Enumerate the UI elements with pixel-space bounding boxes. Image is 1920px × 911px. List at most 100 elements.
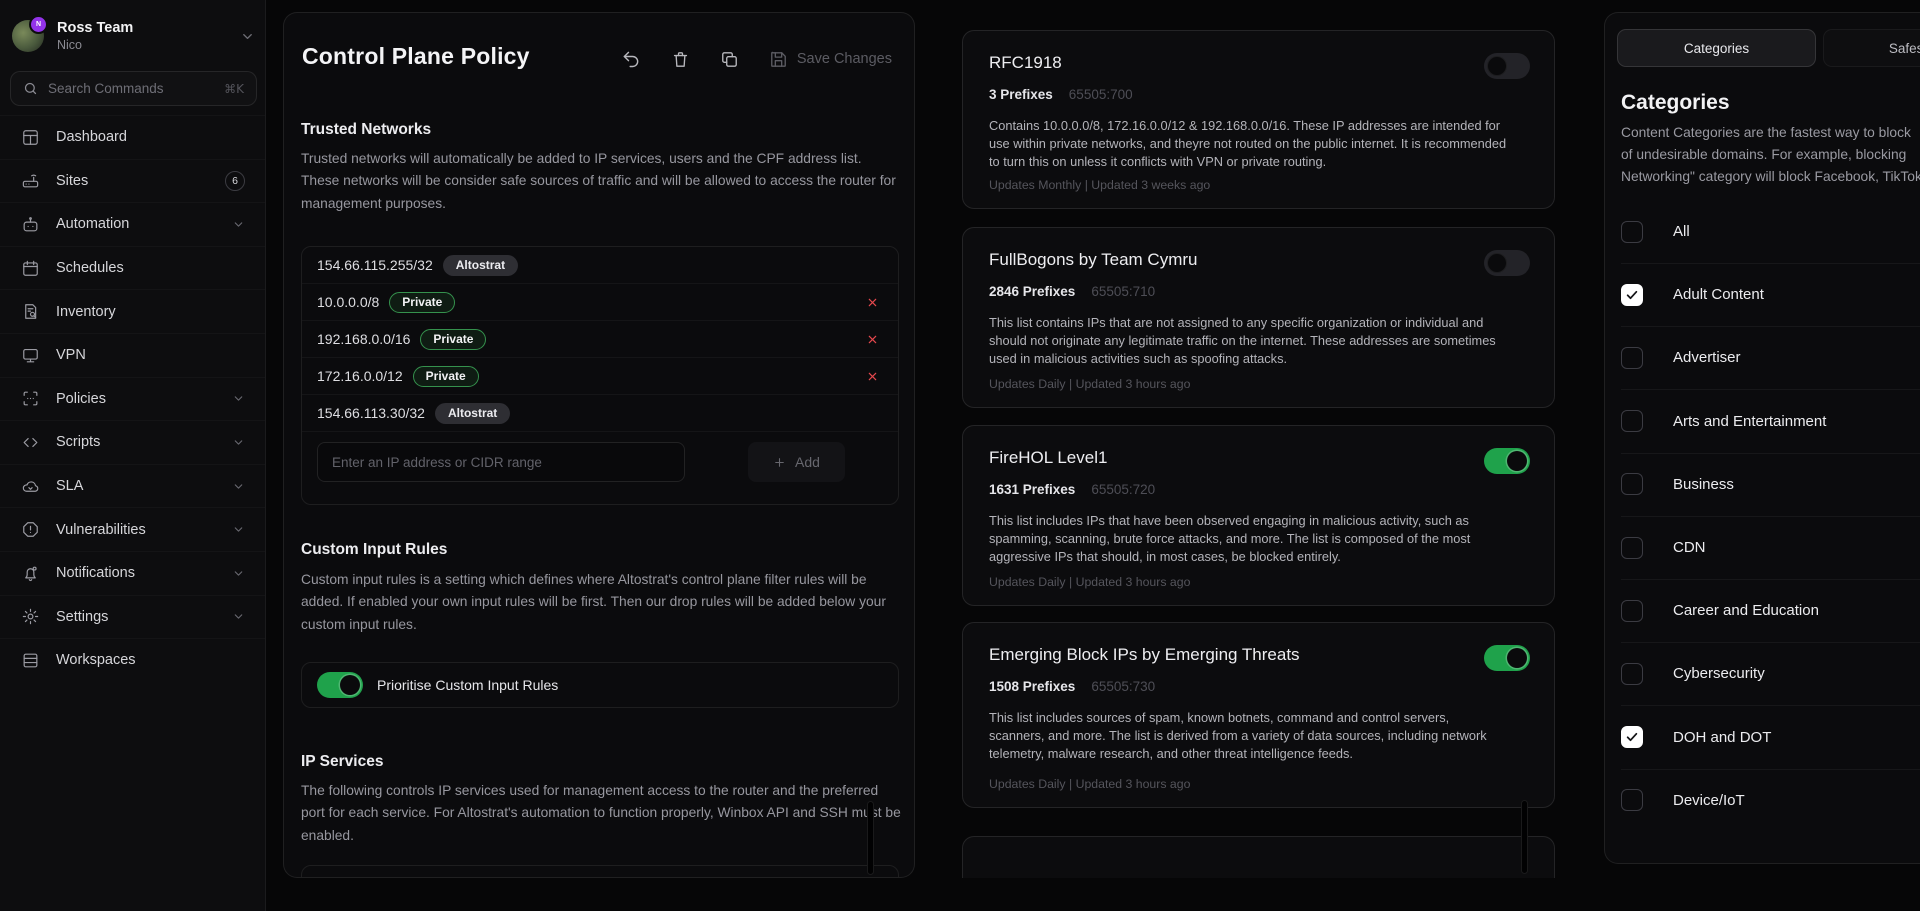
sidebar-item-vulnerabilities[interactable]: Vulnerabilities [0, 507, 265, 551]
network-cidr: 10.0.0.0/8 [317, 294, 379, 310]
network-tag: Altostrat [443, 255, 518, 276]
blocklist-toggle[interactable] [1484, 250, 1530, 276]
sidebar-item-dashboard[interactable]: Dashboard [0, 115, 265, 159]
category-row-business[interactable]: Business [1621, 453, 1920, 517]
blocklist-card-rfc1918: RFC1918 3 Prefixes 65505:700 Contains 10… [962, 30, 1555, 209]
sidebar-item-schedules[interactable]: Schedules [0, 246, 265, 290]
remove-network-button[interactable] [867, 371, 878, 382]
blocklist-description: Contains 10.0.0.0/8, 172.16.0.0/12 & 192… [989, 117, 1507, 172]
save-changes-button[interactable]: Save Changes [769, 50, 892, 69]
category-checkbox[interactable] [1621, 726, 1643, 748]
network-cidr: 154.66.115.255/32 [317, 257, 433, 273]
blocklist-prefix-count: 3 Prefixes [989, 87, 1053, 102]
chevron-down-icon [232, 218, 245, 231]
category-row-device-iot[interactable]: Device/IoT [1621, 769, 1920, 832]
blocklist-community: 65505:710 [1091, 284, 1155, 299]
categories-description-line: of undesirable domains. For example, blo… [1621, 147, 1906, 162]
remove-network-button[interactable] [867, 334, 878, 345]
scrollbar-thumb[interactable] [1521, 800, 1528, 874]
category-checkbox[interactable] [1621, 410, 1643, 432]
prioritise-custom-input-rules-row: Prioritise Custom Input Rules [301, 662, 899, 708]
network-tag: Altostrat [435, 403, 510, 424]
category-label: All [1673, 223, 1690, 240]
category-row-all[interactable]: All [1621, 200, 1920, 264]
sidebar-item-scripts[interactable]: Scripts [0, 420, 265, 464]
blocklist-card-fullbogons-by-team-cymru: FullBogons by Team Cymru 2846 Prefixes 6… [962, 227, 1555, 408]
scrollbar-thumb[interactable] [867, 801, 874, 875]
category-checkbox[interactable] [1621, 347, 1643, 369]
plus-icon [773, 456, 786, 469]
trusted-network-row: 10.0.0.0/8 Private [302, 284, 898, 321]
sidebar-item-notifications[interactable]: Notifications [0, 551, 265, 595]
delete-button[interactable] [671, 50, 690, 69]
category-checkbox[interactable] [1621, 789, 1643, 811]
team-name: Ross Team [57, 19, 133, 37]
sidebar-item-workspaces[interactable]: Workspaces [0, 638, 265, 682]
blocklists-column: RFC1918 3 Prefixes 65505:700 Contains 10… [962, 12, 1555, 878]
category-row-cybersecurity[interactable]: Cybersecurity [1621, 642, 1920, 706]
sidebar-item-automation[interactable]: Automation [0, 202, 265, 246]
blocklist-update-info: Updates Daily | Updated 3 hours ago [989, 777, 1190, 791]
sidebar-item-vpn[interactable]: VPN [0, 333, 265, 377]
schedules-icon [21, 259, 40, 278]
blocklist-toggle[interactable] [1484, 53, 1530, 79]
remove-network-button[interactable] [867, 297, 878, 308]
workspaces-icon [21, 651, 40, 670]
blocklist-toggle[interactable] [1484, 448, 1530, 474]
blocklist-update-info: Updates Daily | Updated 3 hours ago [989, 377, 1190, 391]
sidebar-item-inventory[interactable]: Inventory [0, 289, 265, 333]
prioritise-custom-input-rules-toggle[interactable] [317, 672, 363, 698]
user-name: Nico [57, 38, 133, 54]
category-checkbox[interactable] [1621, 537, 1643, 559]
sidebar-item-policies[interactable]: Policies [0, 377, 265, 421]
checkmark-icon [1625, 288, 1639, 302]
sidebar-item-sites[interactable]: Sites 6 [0, 159, 265, 203]
search-input[interactable]: Search Commands ⌘K [10, 71, 257, 106]
blocklist-description: This list includes IPs that have been ob… [989, 512, 1507, 567]
chevron-down-icon [232, 392, 245, 405]
category-checkbox[interactable] [1621, 284, 1643, 306]
category-row-doh-and-dot[interactable]: DOH and DOT [1621, 706, 1920, 770]
sidebar-item-label: Vulnerabilities [56, 522, 146, 538]
category-checkbox[interactable] [1621, 600, 1643, 622]
sidebar-item-settings[interactable]: Settings [0, 595, 265, 639]
trusted-networks-heading: Trusted Networks [301, 121, 431, 139]
tab-safesearch[interactable]: Safesearch [1823, 29, 1920, 67]
category-row-adult-content[interactable]: Adult Content [1621, 263, 1920, 327]
category-label: Arts and Entertainment [1673, 413, 1826, 430]
sidebar-item-sla[interactable]: SLA [0, 464, 265, 508]
tab-categories[interactable]: Categories [1617, 29, 1816, 67]
cidr-input[interactable] [317, 442, 685, 482]
blocklist-toggle[interactable] [1484, 645, 1530, 671]
team-switcher[interactable]: N Ross Team Nico [12, 13, 255, 59]
add-network-button[interactable]: Add [748, 442, 845, 482]
sidebar-item-label: Workspaces [56, 652, 136, 668]
sidebar-item-label: Settings [56, 609, 108, 625]
category-label: Cybersecurity [1673, 665, 1765, 682]
blocklist-description: This list contains IPs that are not assi… [989, 314, 1507, 369]
blocklist-prefix-count: 2846 Prefixes [989, 284, 1075, 299]
category-checkbox[interactable] [1621, 663, 1643, 685]
blocklist-update-info: Updates Monthly | Updated 3 weeks ago [989, 178, 1210, 192]
search-placeholder: Search Commands [48, 81, 164, 96]
sla-icon [21, 477, 40, 496]
category-label: Device/IoT [1673, 792, 1745, 809]
sidebar-item-label: Notifications [56, 565, 135, 581]
network-cidr: 172.16.0.0/12 [317, 368, 403, 384]
undo-button[interactable] [621, 49, 641, 69]
duplicate-button[interactable] [720, 50, 739, 69]
category-row-arts-and-entertainment[interactable]: Arts and Entertainment [1621, 390, 1920, 454]
sidebar-item-label: VPN [56, 347, 86, 363]
category-row-advertiser[interactable]: Advertiser [1621, 326, 1920, 390]
ip-services-heading: IP Services [301, 753, 383, 771]
category-row-career-and-education[interactable]: Career and Education [1621, 579, 1920, 643]
trusted-network-row: 154.66.113.30/32 Altostrat [302, 395, 898, 432]
blocklist-prefix-count: 1508 Prefixes [989, 679, 1075, 694]
app-root: N Ross Team Nico Search Commands ⌘K Dash… [0, 0, 1920, 911]
avatar: N [12, 20, 44, 52]
category-checkbox[interactable] [1621, 221, 1643, 243]
category-row-cdn[interactable]: CDN [1621, 516, 1920, 580]
category-checkbox[interactable] [1621, 473, 1643, 495]
policies-icon [21, 389, 40, 408]
category-label: Career and Education [1673, 602, 1819, 619]
